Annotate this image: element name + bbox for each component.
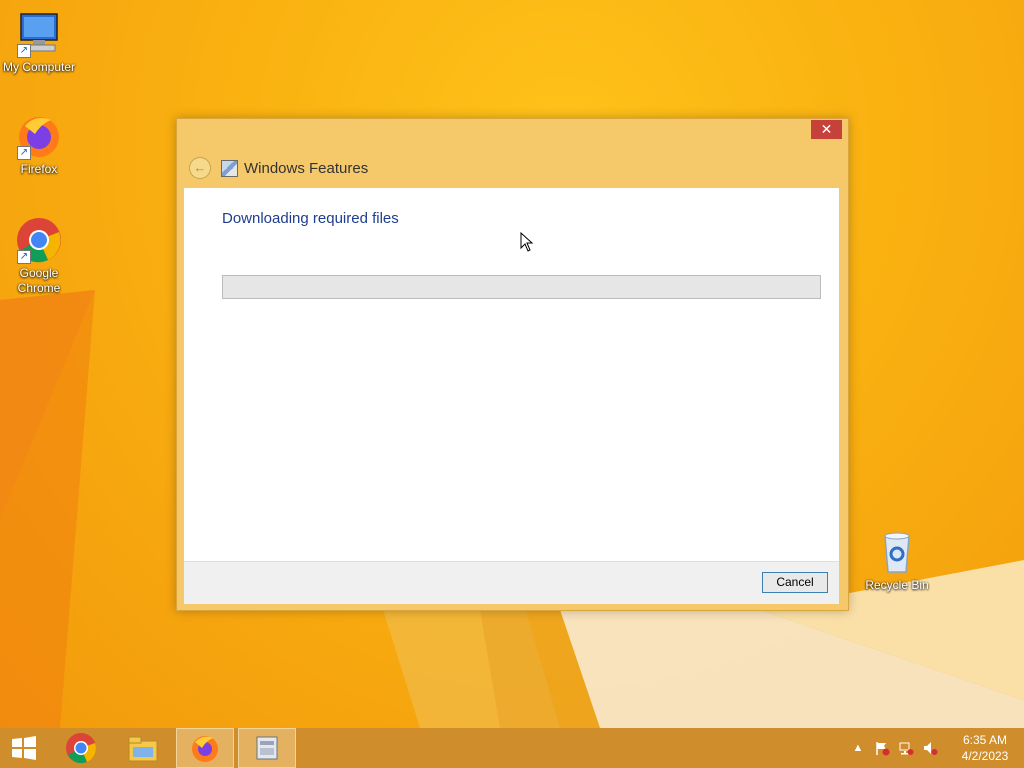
mouse-cursor-icon	[520, 232, 534, 252]
desktop-icon-my-computer[interactable]: ↗ My Computer	[0, 10, 79, 75]
dialog-footer: Cancel	[184, 561, 839, 604]
dialog-content: Downloading required files	[184, 188, 839, 561]
desktop-icon-label: My Computer	[2, 60, 76, 74]
network-icon[interactable]	[898, 740, 914, 756]
start-button[interactable]	[0, 728, 48, 768]
chrome-icon	[66, 733, 96, 764]
taskbar-clock[interactable]: 6:35 AM 4/2/2023	[946, 732, 1024, 764]
desktop-icon-label: Google Chrome	[17, 266, 61, 295]
start-icon	[12, 736, 36, 760]
recycle-bin-icon	[873, 528, 921, 576]
dialog-nav: ← Windows Features	[189, 157, 368, 179]
shortcut-arrow-icon: ↗	[17, 146, 31, 160]
action-center-flag-icon[interactable]	[874, 740, 890, 756]
taskbar: ▲ 6:35 AM 4/2/2023	[0, 728, 1024, 768]
computer-icon: ↗	[15, 10, 63, 58]
desktop-icon-recycle-bin[interactable]: Recycle Bin	[857, 528, 937, 593]
file-explorer-icon	[128, 736, 158, 762]
show-hidden-icons-icon[interactable]: ▲	[850, 740, 866, 756]
desktop-icon-label: Firefox	[20, 162, 58, 176]
back-arrow-icon[interactable]: ←	[189, 157, 211, 179]
shortcut-arrow-icon: ↗	[17, 44, 31, 58]
taskbar-chrome[interactable]	[52, 728, 110, 768]
windows-features-icon	[221, 159, 238, 177]
system-tray: ▲ 6:35 AM 4/2/2023	[850, 728, 1024, 768]
taskbar-firefox[interactable]	[176, 728, 234, 768]
desktop-icon-label: Recycle Bin	[865, 578, 929, 592]
chrome-icon: ↗	[15, 216, 63, 264]
volume-muted-icon[interactable]	[922, 740, 938, 756]
close-button[interactable]: ✕	[811, 120, 842, 139]
taskbar-windows-features[interactable]	[238, 728, 296, 768]
firefox-icon	[192, 736, 218, 762]
cancel-button[interactable]: Cancel	[762, 572, 828, 593]
desktop-icon-google-chrome[interactable]: ↗ Google Chrome	[0, 216, 79, 296]
shortcut-arrow-icon: ↗	[17, 250, 31, 264]
dialog-title: Windows Features	[244, 159, 369, 177]
windows-features-dialog: ✕ ← Windows Features Downloading require…	[176, 118, 849, 611]
firefox-icon: ↗	[15, 112, 63, 160]
clock-date: 4/2/2023	[961, 749, 1009, 763]
desktop-icon-firefox[interactable]: ↗ Firefox	[0, 112, 79, 177]
clock-time: 6:35 AM	[962, 733, 1008, 747]
windows-features-icon	[256, 736, 278, 760]
download-progress-bar	[222, 275, 821, 299]
status-heading: Downloading required files	[222, 210, 399, 227]
taskbar-file-explorer[interactable]	[114, 728, 172, 768]
